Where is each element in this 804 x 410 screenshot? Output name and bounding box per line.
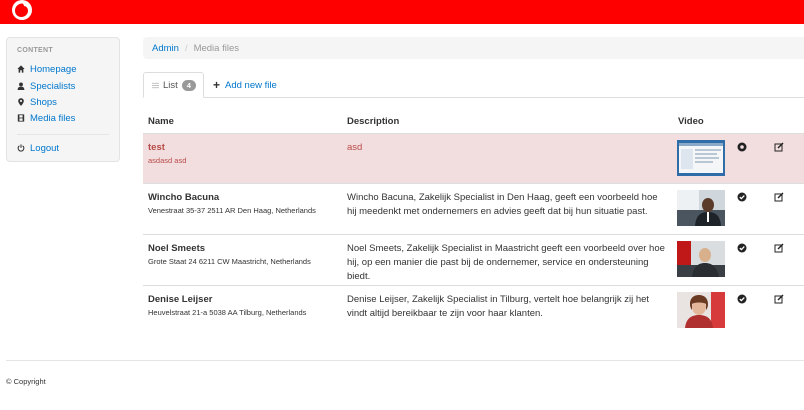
video-thumbnail[interactable] — [677, 140, 725, 176]
sidebar-item-label: Media files — [30, 112, 76, 124]
sidebar: CONTENT Homepage Specialists Shops Media… — [6, 37, 120, 162]
tab-list-label: List — [163, 79, 178, 91]
plus-icon: + — [213, 78, 221, 92]
table-row: Wincho Bacuna Venestraat 35-37 2511 AR D… — [143, 183, 804, 234]
status-icon[interactable] — [737, 142, 747, 152]
row-address: Heuvelstraat 21-a 5038 AA Tilburg, Nethe… — [148, 308, 307, 317]
row-description: asd — [347, 142, 363, 153]
row-address: asdasd asd — [148, 156, 187, 165]
row-description: Denise Leijser, Zakelijk Specialist in T… — [347, 294, 650, 319]
sidebar-item-label: Homepage — [30, 63, 77, 75]
list-icon — [152, 82, 159, 88]
check-circle-icon[interactable] — [737, 294, 747, 304]
table-row: test asdasd asd asd — [143, 133, 804, 183]
edit-icon[interactable] — [774, 192, 784, 202]
edit-icon[interactable] — [774, 243, 784, 253]
edit-icon[interactable] — [774, 142, 784, 152]
breadcrumb-admin-link[interactable]: Admin — [152, 43, 179, 54]
column-header-name: Name — [148, 116, 174, 127]
top-bar — [0, 0, 804, 24]
home-icon — [17, 65, 25, 73]
logout-link[interactable]: Logout — [17, 141, 59, 155]
row-address: Venestraat 35-37 2511 AR Den Haag, Nethe… — [148, 206, 316, 215]
video-thumbnail[interactable] — [677, 292, 725, 328]
copyright: © Copyright — [6, 377, 46, 386]
tab-add-new-file[interactable]: + Add new file — [213, 72, 277, 98]
breadcrumb: Admin / Media files — [143, 37, 804, 59]
logout-label: Logout — [30, 142, 60, 154]
sidebar-item-media-files[interactable]: Media files — [17, 111, 75, 125]
row-name: Noel Smeets — [148, 243, 206, 254]
sidebar-item-homepage[interactable]: Homepage — [17, 62, 76, 76]
sidebar-item-label: Specialists — [30, 80, 76, 92]
map-marker-icon — [18, 98, 24, 106]
breadcrumb-current: Media files — [193, 42, 239, 54]
row-name: Denise Leijser — [148, 294, 213, 305]
tab-bar: List 4 + Add new file — [143, 72, 804, 98]
row-description: Noel Smeets, Zakelijk Specialist in Maas… — [347, 243, 665, 282]
film-icon — [17, 114, 25, 122]
sidebar-item-shops[interactable]: Shops — [17, 95, 57, 109]
sidebar-item-label: Shops — [30, 96, 57, 108]
breadcrumb-separator: / — [184, 42, 188, 54]
power-icon — [17, 144, 25, 152]
table-row: Noel Smeets Grote Staat 24 6211 CW Maast… — [143, 234, 804, 285]
video-thumbnail[interactable] — [677, 241, 725, 277]
sidebar-divider — [17, 134, 109, 135]
check-circle-icon[interactable] — [737, 192, 747, 202]
video-thumbnail[interactable] — [677, 190, 725, 226]
footer-divider — [6, 360, 804, 361]
vodafone-logo[interactable] — [7, 0, 37, 24]
tab-list[interactable]: List 4 — [143, 72, 204, 98]
tab-add-label: Add new file — [225, 79, 277, 91]
row-description: Wincho Bacuna, Zakelijk Specialist in De… — [347, 192, 658, 217]
row-name: test — [148, 142, 165, 153]
user-icon — [17, 82, 25, 90]
edit-icon[interactable] — [774, 294, 784, 304]
column-header-video: Video — [678, 116, 704, 127]
column-header-description: Description — [347, 116, 400, 127]
table-row: Denise Leijser Heuvelstraat 21-a 5038 AA… — [143, 285, 804, 336]
row-address: Grote Staat 24 6211 CW Maastricht, Nethe… — [148, 257, 311, 266]
count-badge: 4 — [181, 79, 196, 91]
row-name: Wincho Bacuna — [148, 192, 220, 203]
check-circle-icon[interactable] — [737, 243, 747, 253]
sidebar-header: CONTENT — [17, 47, 53, 54]
sidebar-item-specialists[interactable]: Specialists — [17, 79, 75, 93]
